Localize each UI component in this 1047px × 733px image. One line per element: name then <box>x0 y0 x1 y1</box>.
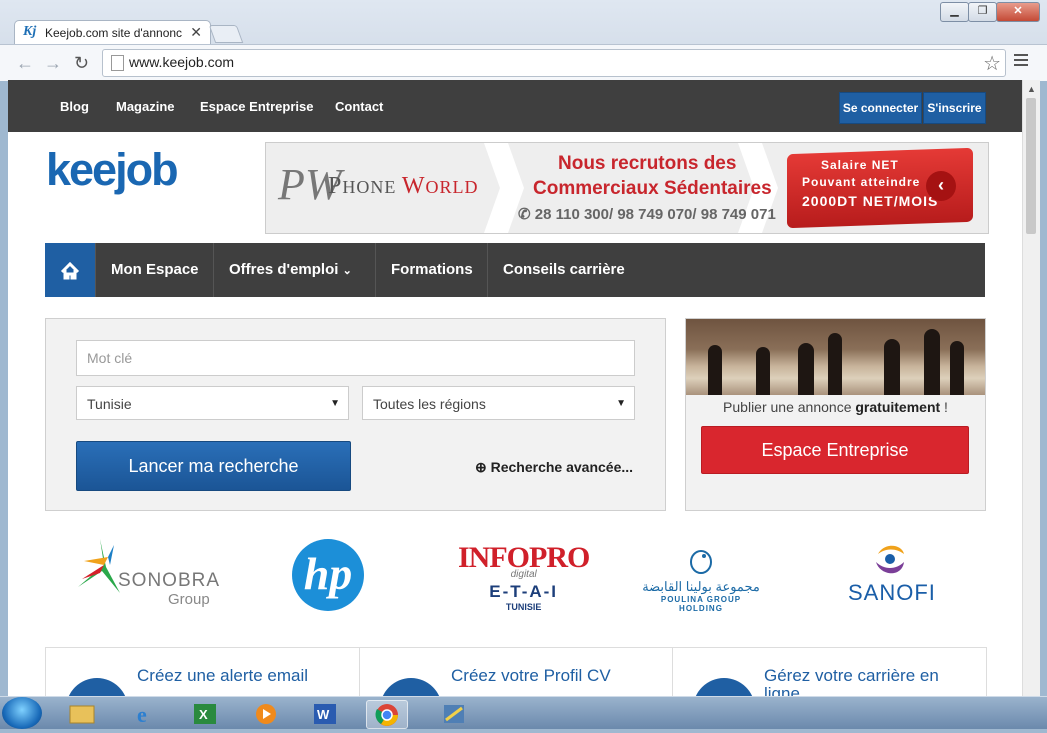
business-people-image <box>686 319 985 395</box>
scroll-up-icon[interactable]: ▲ <box>1027 84 1036 94</box>
browser-menu-icon[interactable] <box>1014 54 1028 69</box>
publish-ad-text: Publier une annonce gratuitement ! <box>723 399 948 415</box>
enterprise-space-button[interactable]: Espace Entreprise <box>701 426 969 474</box>
sanofi-emblem-icon <box>870 540 910 585</box>
banner-salary-1: Salaire NET <box>821 158 899 172</box>
svg-text:e: e <box>137 702 147 727</box>
top-link-contact[interactable]: Contact <box>335 99 383 114</box>
browser-toolbar: ← → ↻ www.keejob.com ☆ <box>0 44 1047 81</box>
partner-logo-infopro[interactable]: INFOPRO digital E-T-A-I TUNISIE <box>458 541 590 612</box>
poulina-bird-icon <box>690 550 712 574</box>
new-tab-button[interactable] <box>208 25 244 43</box>
banner-salary-3: 2000DT NET/MOIS <box>802 193 939 209</box>
excel-icon[interactable]: X <box>186 700 226 727</box>
banner-headline-1: Nous recrutons des <box>558 153 737 174</box>
search-submit-button[interactable]: Lancer ma recherche <box>76 441 351 491</box>
tab-close-icon[interactable]: ✕ <box>190 24 202 41</box>
browser-chrome: Kj Keejob.com site d'annonc ✕ ▁ ❐ ✕ ← → … <box>0 0 1047 81</box>
signup-button[interactable]: S'inscrire <box>923 92 986 124</box>
banner-salary-2: Pouvant atteindre <box>802 175 921 189</box>
chevron-left-icon: ‹ <box>926 171 956 201</box>
bookmark-star-icon[interactable]: ☆ <box>983 51 1001 76</box>
dropdown-arrow-icon: ▼ <box>616 398 626 409</box>
email-icon <box>66 678 128 696</box>
banner-headline-2: Commerciaux Sédentaires <box>533 178 772 199</box>
home-icon <box>60 261 80 280</box>
main-nav: Mon Espace Offres d'emploi ⌄ Formations … <box>45 243 985 297</box>
app-icon[interactable] <box>434 700 474 727</box>
partner-logo-sanofi[interactable]: SANOFI <box>848 580 936 606</box>
country-select-value: Tunisie <box>87 396 132 412</box>
partner-logo-poulina[interactable]: مجموعة بولينا القابضة POULINA GROUP HOLD… <box>640 548 762 613</box>
feature-career[interactable]: Gérez votre carrière en ligne <box>672 648 985 696</box>
forward-icon[interactable]: → <box>44 53 62 74</box>
nav-formations[interactable]: Formations <box>375 243 488 297</box>
advanced-search-link[interactable]: ⊕ Recherche avancée... <box>475 459 633 476</box>
favicon-icon: Kj <box>23 24 37 39</box>
svg-text:W: W <box>317 707 330 722</box>
maximize-button[interactable]: ❐ <box>968 2 997 22</box>
site-top-bar: Blog Magazine Espace Entreprise Contact … <box>8 80 1022 132</box>
partner-logo-hp[interactable]: hp <box>292 539 364 611</box>
site-logo[interactable]: keejob <box>46 144 179 196</box>
zoom-icon: ⊕ <box>475 459 491 475</box>
nav-offres-emploi[interactable]: Offres d'emploi ⌄ <box>213 243 375 297</box>
address-bar[interactable]: www.keejob.com ☆ <box>102 49 1006 77</box>
keyword-field[interactable] <box>76 340 635 376</box>
explorer-icon[interactable] <box>62 700 102 727</box>
scrollbar-thumb[interactable] <box>1026 98 1036 234</box>
enterprise-panel: Publier une annonce gratuitement ! Espac… <box>685 318 986 511</box>
login-button[interactable]: Se connecter <box>839 92 922 124</box>
page-icon <box>111 55 124 71</box>
sonobra-star-icon <box>78 539 120 593</box>
page-viewport: Blog Magazine Espace Entreprise Contact … <box>8 80 1022 696</box>
window-close-button[interactable]: ✕ <box>996 2 1040 22</box>
tab-title: Keejob.com site d'annonc <box>45 26 183 40</box>
start-button[interactable] <box>2 697 42 729</box>
top-link-magazine[interactable]: Magazine <box>116 99 175 114</box>
top-link-espace-entreprise[interactable]: Espace Entreprise <box>200 99 313 114</box>
phone-icon: ✆ <box>518 206 535 223</box>
job-search-panel: Tunisie ▼ Toutes les régions ▼ Lancer ma… <box>45 318 666 511</box>
feature-cv-profile[interactable]: Créez votre Profil CV <box>359 648 672 696</box>
feature-email-alert[interactable]: Créez une alerte email <box>46 648 358 696</box>
profile-icon <box>380 678 442 696</box>
nav-home[interactable] <box>45 243 95 297</box>
features-row: Créez une alerte email Créez votre Profi… <box>45 647 987 696</box>
region-select-value: Toutes les régions <box>373 396 486 412</box>
top-link-blog[interactable]: Blog <box>60 99 89 114</box>
word-icon[interactable]: W <box>306 700 346 727</box>
internet-explorer-icon[interactable]: e <box>126 700 166 727</box>
minimize-button[interactable]: ▁ <box>940 2 969 22</box>
nav-conseils-carriere[interactable]: Conseils carrière <box>487 243 643 297</box>
partner-logo-sonobra[interactable]: SONOBRA Group <box>74 535 219 608</box>
banner-phones: ✆ 28 110 300/ 98 749 070/ 98 749 071 <box>518 206 776 223</box>
ad-banner[interactable]: PW PHONE WORLD Nous recrutons des Commer… <box>265 142 989 234</box>
dropdown-arrow-icon: ▼ <box>330 398 340 409</box>
briefcase-icon <box>693 678 755 696</box>
back-icon[interactable]: ← <box>16 53 34 74</box>
browser-tab[interactable]: Kj Keejob.com site d'annonc ✕ <box>14 20 211 45</box>
svg-text:X: X <box>199 707 208 722</box>
media-player-icon[interactable] <box>246 700 286 727</box>
reload-icon[interactable]: ↻ <box>74 53 89 74</box>
banner-brand: PHONE WORLD <box>328 173 479 199</box>
chrome-icon[interactable] <box>366 700 408 729</box>
keyword-input[interactable] <box>77 341 634 375</box>
country-select[interactable]: Tunisie ▼ <box>76 386 349 420</box>
page-scrollbar[interactable]: ▲ <box>1022 80 1040 696</box>
region-select[interactable]: Toutes les régions ▼ <box>362 386 635 420</box>
os-taskbar: e X W <box>0 696 1047 729</box>
chevron-down-icon: ⌄ <box>342 265 352 277</box>
nav-mon-espace[interactable]: Mon Espace <box>95 243 214 297</box>
address-url: www.keejob.com <box>129 54 235 70</box>
